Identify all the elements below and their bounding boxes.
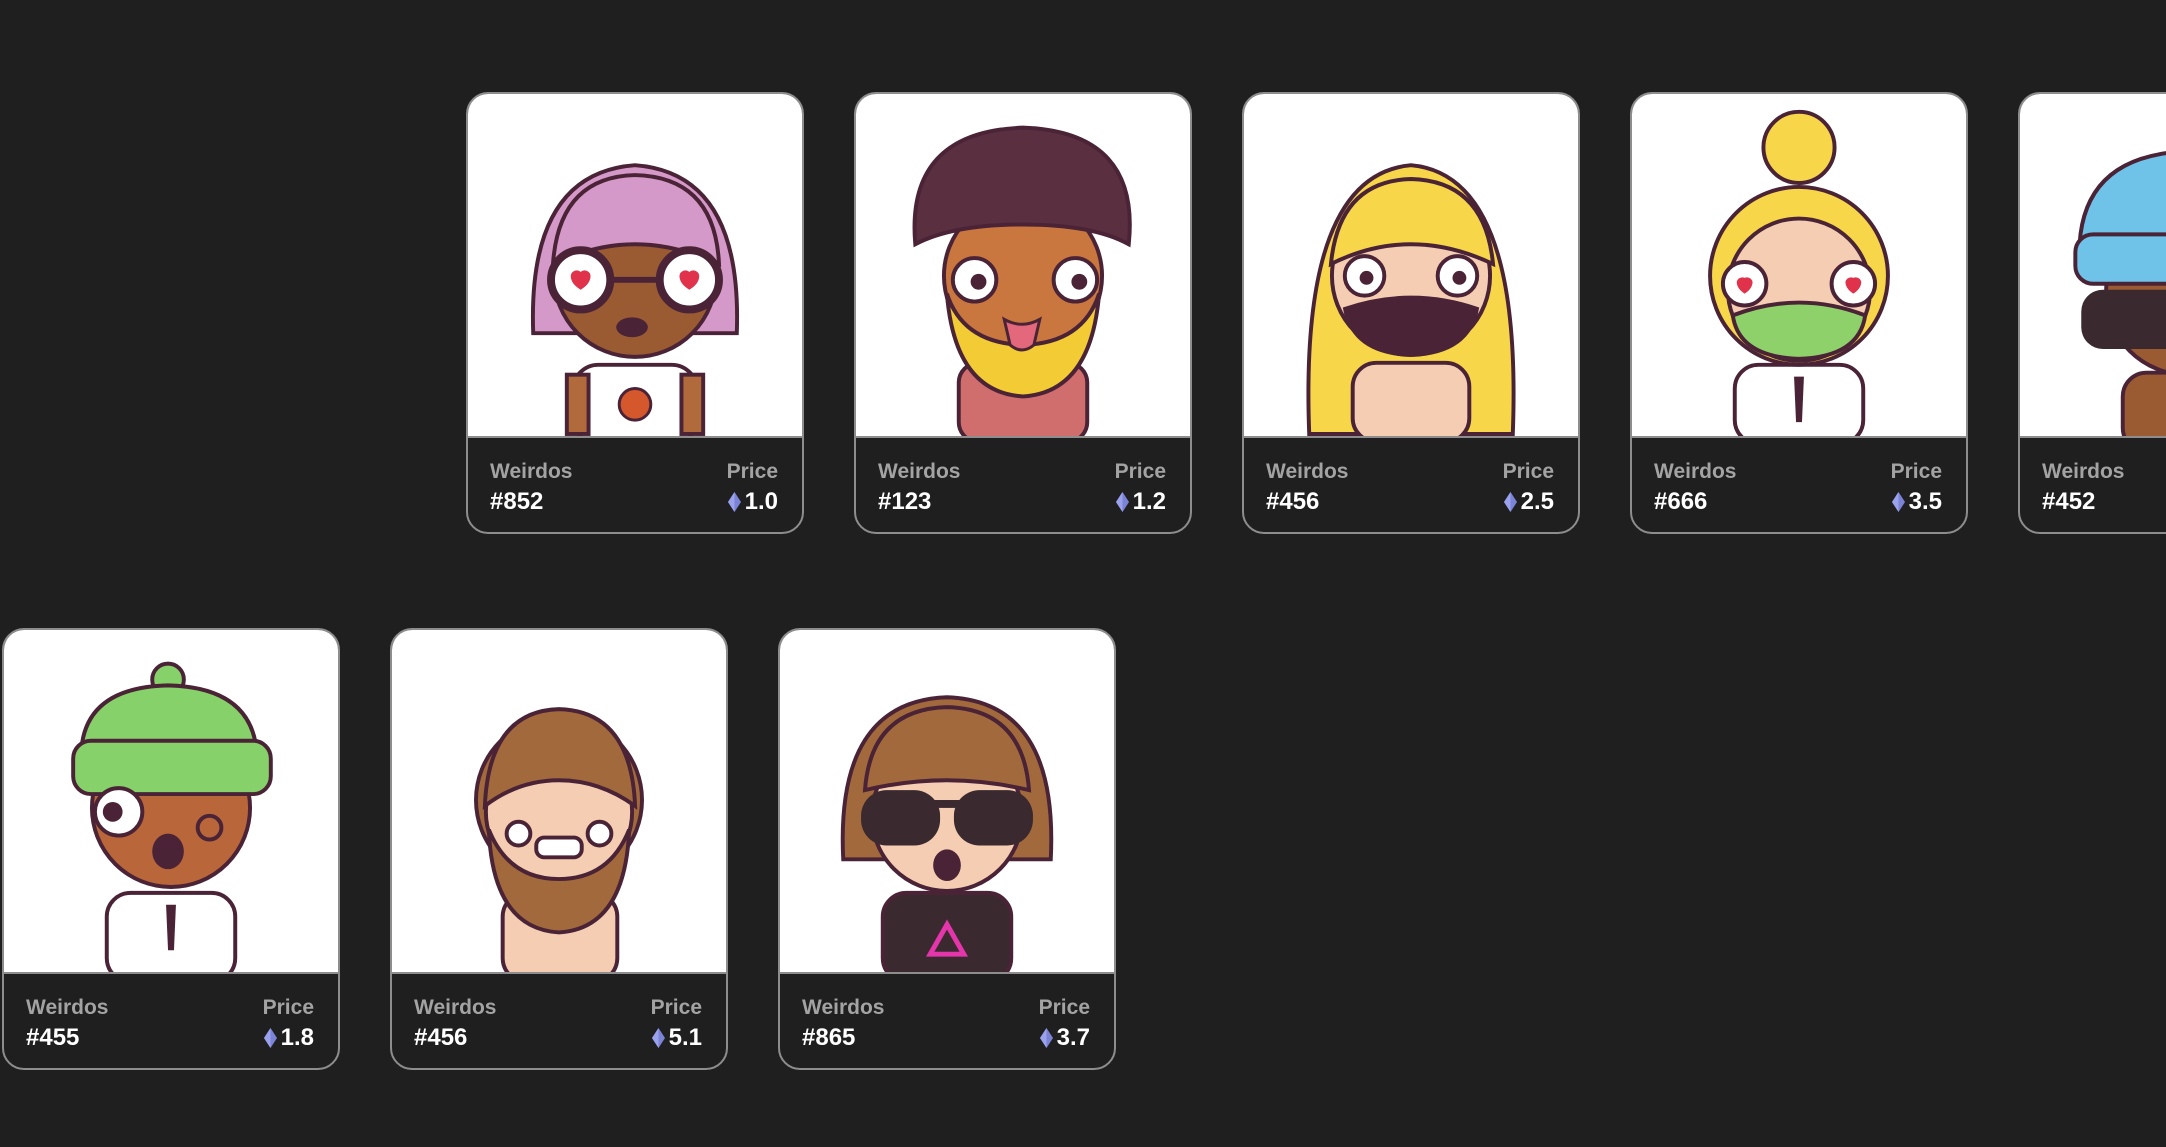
ethereum-icon	[1115, 492, 1129, 512]
price-value: 1.0	[727, 488, 778, 516]
collection-name: Weirdos	[26, 996, 109, 1019]
price-value: 1.2	[1115, 488, 1166, 516]
price-value: 5.1	[651, 1024, 702, 1052]
nft-artwork	[1244, 94, 1578, 438]
collection-name: Weirdos	[802, 996, 885, 1019]
nft-card-details: Weirdos #456 Price 2.5	[1244, 438, 1578, 532]
collection-name: Weirdos	[490, 460, 573, 483]
price-label: Price	[1890, 460, 1942, 483]
ethereum-icon	[1039, 1028, 1053, 1048]
price-amount: 2.5	[1520, 488, 1554, 515]
price-label: Price	[1038, 996, 1090, 1019]
nft-artwork	[468, 94, 802, 438]
nft-card-865[interactable]: Weirdos #865 Price 3.7	[778, 628, 1116, 1070]
token-id: #123	[878, 488, 932, 515]
nft-card-123[interactable]: Weirdos #123 Price 1.2	[854, 92, 1192, 534]
price-label: Price	[1114, 460, 1166, 483]
token-id: #455	[26, 1024, 80, 1051]
nft-artwork	[1632, 94, 1966, 438]
nft-card-details: Weirdos #666 Price 3.5	[1632, 438, 1966, 532]
token-id: #456	[414, 1024, 468, 1051]
nft-card-456[interactable]: Weirdos #456 Price 2.5	[1242, 92, 1580, 534]
nft-card-456-b[interactable]: Weirdos #456 Price 5.1	[390, 628, 728, 1070]
nft-card-details: Weirdos #455 Price 1.8	[4, 974, 338, 1068]
nft-artwork	[4, 630, 338, 974]
nft-card-details: Weirdos #452	[2020, 438, 2166, 532]
price-label: Price	[1502, 460, 1554, 483]
token-id: #456	[1266, 488, 1320, 515]
nft-gallery: Weirdos #852 Price 1.0 Weirdos #123 Pric…	[0, 0, 2166, 1147]
nft-card-details: Weirdos #456 Price 5.1	[392, 974, 726, 1068]
token-id: #852	[490, 488, 544, 515]
nft-artwork	[856, 94, 1190, 438]
price-amount: 1.0	[744, 488, 778, 515]
ethereum-icon	[651, 1028, 665, 1048]
nft-card-455[interactable]: Weirdos #455 Price 1.8	[2, 628, 340, 1070]
price-amount: 5.1	[668, 1024, 702, 1051]
collection-name: Weirdos	[414, 996, 497, 1019]
nft-artwork	[392, 630, 726, 974]
collection-name: Weirdos	[2042, 460, 2125, 483]
nft-artwork	[780, 630, 1114, 974]
ethereum-icon	[263, 1028, 277, 1048]
price-amount: 1.2	[1132, 488, 1166, 515]
ethereum-icon	[1891, 492, 1905, 512]
price-label: Price	[650, 996, 702, 1019]
ethereum-icon	[1503, 492, 1517, 512]
price-value: 1.8	[263, 1024, 314, 1052]
nft-artwork	[2020, 94, 2166, 438]
price-label: Price	[262, 996, 314, 1019]
nft-card-details: Weirdos #123 Price 1.2	[856, 438, 1190, 532]
nft-card-666[interactable]: Weirdos #666 Price 3.5	[1630, 92, 1968, 534]
token-id: #666	[1654, 488, 1708, 515]
price-value: 2.5	[1503, 488, 1554, 516]
nft-card-452[interactable]: Weirdos #452	[2018, 92, 2166, 534]
nft-card-details: Weirdos #852 Price 1.0	[468, 438, 802, 532]
ethereum-icon	[727, 492, 741, 512]
nft-card-details: Weirdos #865 Price 3.7	[780, 974, 1114, 1068]
collection-name: Weirdos	[878, 460, 961, 483]
nft-card-852[interactable]: Weirdos #852 Price 1.0	[466, 92, 804, 534]
price-amount: 3.5	[1908, 488, 1942, 515]
collection-name: Weirdos	[1266, 460, 1349, 483]
price-amount: 3.7	[1056, 1024, 1090, 1051]
price-value: 3.5	[1891, 488, 1942, 516]
collection-name: Weirdos	[1654, 460, 1737, 483]
price-label: Price	[726, 460, 778, 483]
price-amount: 1.8	[280, 1024, 314, 1051]
price-value: 3.7	[1039, 1024, 1090, 1052]
token-id: #452	[2042, 488, 2096, 515]
token-id: #865	[802, 1024, 856, 1051]
